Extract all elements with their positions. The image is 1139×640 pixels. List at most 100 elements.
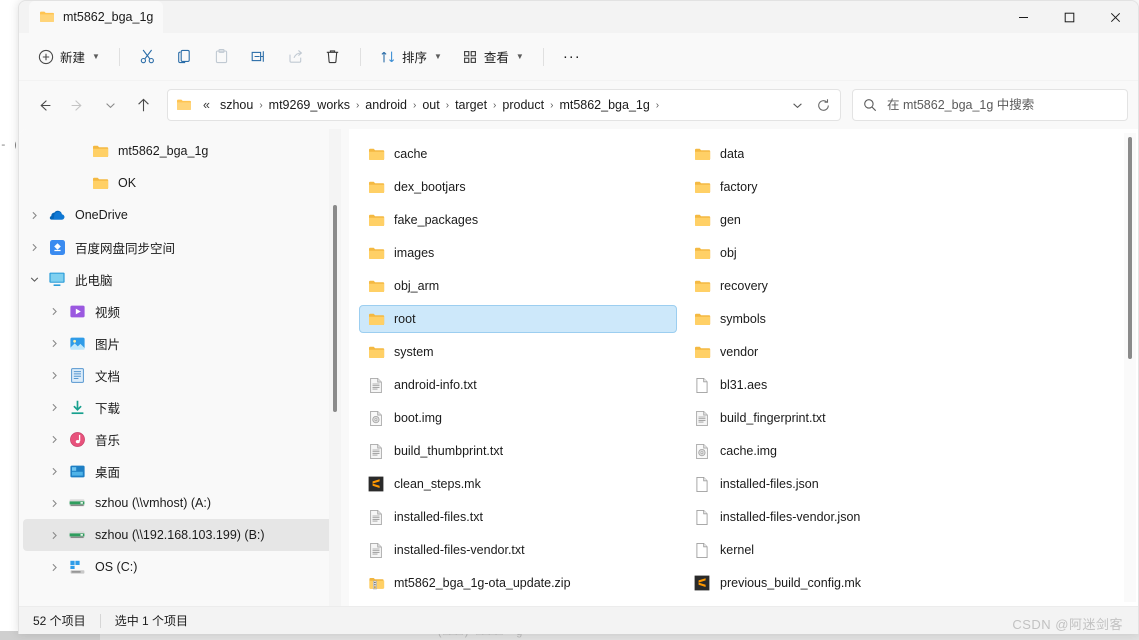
file-item[interactable]: build_thumbprint.txt xyxy=(359,437,677,465)
content-shell: mt5862_bga_1g OK OneDrive 百度网盘同步空间 此电脑 视… xyxy=(19,129,1138,606)
window-controls xyxy=(1000,1,1138,33)
file-item[interactable]: installed-files-vendor.json xyxy=(685,503,1003,531)
nav-item-10[interactable]: 桌面 xyxy=(23,455,341,487)
delete-button[interactable] xyxy=(315,41,350,73)
maximize-button[interactable] xyxy=(1046,1,1092,33)
share-button[interactable] xyxy=(278,41,313,73)
chevron-right-icon[interactable] xyxy=(43,530,65,541)
more-options-button[interactable]: ··· xyxy=(554,41,590,73)
nav-item-label: szhou (\\vmhost) (A:) xyxy=(95,496,211,510)
nav-item-0[interactable]: mt5862_bga_1g xyxy=(23,135,341,167)
chevron-down-icon[interactable] xyxy=(23,274,45,285)
copy-button[interactable] xyxy=(167,41,202,73)
file-item[interactable]: obj xyxy=(685,239,1003,267)
breadcrumb-dropdown-icon[interactable] xyxy=(784,92,810,118)
breadcrumb-item-mt9269_works[interactable]: mt9269_works xyxy=(264,95,355,115)
file-item[interactable]: installed-files.txt xyxy=(359,503,677,531)
nav-item-8[interactable]: 下载 xyxy=(23,391,341,423)
nav-item-12[interactable]: szhou (\\192.168.103.199) (B:) xyxy=(23,519,341,551)
music-icon xyxy=(65,431,89,448)
nav-item-6[interactable]: 图片 xyxy=(23,327,341,359)
navpane-scrollbar[interactable] xyxy=(329,129,341,606)
file-item[interactable]: previous_build_config.mk xyxy=(685,569,1003,597)
nav-item-11[interactable]: szhou (\\vmhost) (A:) xyxy=(23,487,341,519)
file-item[interactable]: build_fingerprint.txt xyxy=(685,404,1003,432)
folder-icon xyxy=(691,311,713,328)
file-item[interactable]: system xyxy=(359,338,677,366)
file-list-scrollbar-thumb[interactable] xyxy=(1128,137,1132,359)
breadcrumb-item-target[interactable]: target xyxy=(450,95,492,115)
chevron-right-icon[interactable] xyxy=(43,370,65,381)
chevron-right-icon[interactable] xyxy=(43,434,65,445)
nav-item-3[interactable]: 百度网盘同步空间 xyxy=(23,231,341,263)
rename-button[interactable] xyxy=(241,41,276,73)
breadcrumb-item-android[interactable]: android xyxy=(360,95,412,115)
breadcrumb[interactable]: « szhou › mt9269_works › android › out ›… xyxy=(167,89,841,121)
file-item[interactable]: vendor xyxy=(685,338,1003,366)
breadcrumb-item-product[interactable]: product xyxy=(497,95,549,115)
file-item[interactable]: factory xyxy=(685,173,1003,201)
nav-item-2[interactable]: OneDrive xyxy=(23,199,341,231)
file-item[interactable]: boot.img xyxy=(359,404,677,432)
file-item[interactable]: installed-files.json xyxy=(685,470,1003,498)
file-item[interactable]: recovery xyxy=(685,272,1003,300)
paste-button[interactable] xyxy=(204,41,239,73)
new-button[interactable]: 新建 ▼ xyxy=(29,41,109,73)
file-item[interactable]: cache.img xyxy=(685,437,1003,465)
explorer-tab[interactable]: mt5862_bga_1g xyxy=(29,1,164,33)
breadcrumb-item-szhou[interactable]: szhou xyxy=(215,95,258,115)
nav-item-1[interactable]: OK xyxy=(23,167,341,199)
sort-button[interactable]: 排序 ▼ xyxy=(371,41,451,73)
chevron-right-icon[interactable] xyxy=(43,562,65,573)
file-item[interactable]: obj_arm xyxy=(359,272,677,300)
nav-item-5[interactable]: 视频 xyxy=(23,295,341,327)
back-button[interactable] xyxy=(29,90,59,120)
breadcrumb-item-out[interactable]: out xyxy=(417,95,444,115)
chevron-right-icon[interactable] xyxy=(43,466,65,477)
chevron-right-icon[interactable] xyxy=(23,210,45,221)
file-item[interactable]: android-info.txt xyxy=(359,371,677,399)
file-item[interactable]: clean_steps.mk xyxy=(359,470,677,498)
file-item[interactable]: cache xyxy=(359,140,677,168)
sort-icon xyxy=(380,49,396,65)
file-item[interactable]: bl31.aes xyxy=(685,371,1003,399)
chevron-right-icon[interactable] xyxy=(43,402,65,413)
breadcrumb-item-mt5862_bga_1g[interactable]: mt5862_bga_1g xyxy=(554,95,654,115)
file-item[interactable]: installed-files-vendor.txt xyxy=(359,536,677,564)
file-name-label: installed-files-vendor.json xyxy=(720,510,861,524)
file-list-scrollbar[interactable] xyxy=(1124,133,1136,602)
new-button-label: 新建 xyxy=(60,51,86,65)
chevron-right-icon[interactable] xyxy=(43,306,65,317)
forward-button[interactable] xyxy=(62,90,92,120)
file-item[interactable]: mt5862_bga_1g-ota_update.zip xyxy=(359,569,677,597)
up-button[interactable] xyxy=(128,90,158,120)
view-button[interactable]: 查看 ▼ xyxy=(453,41,533,73)
breadcrumb-overflow[interactable]: « xyxy=(198,95,215,115)
folder-icon xyxy=(691,245,713,262)
file-item[interactable]: symbols xyxy=(685,305,1003,333)
file-item[interactable]: root xyxy=(359,305,677,333)
close-button[interactable] xyxy=(1092,1,1138,33)
nav-item-7[interactable]: 文档 xyxy=(23,359,341,391)
refresh-button[interactable] xyxy=(810,92,836,118)
chevron-right-icon[interactable] xyxy=(43,338,65,349)
folder-icon xyxy=(691,344,713,361)
search-box[interactable] xyxy=(852,89,1128,121)
nav-item-13[interactable]: OS (C:) xyxy=(23,551,341,583)
chevron-right-icon[interactable] xyxy=(43,498,65,509)
file-item[interactable]: images xyxy=(359,239,677,267)
cut-button[interactable] xyxy=(130,41,165,73)
nav-item-label: mt5862_bga_1g xyxy=(118,144,209,158)
file-item[interactable]: data xyxy=(685,140,1003,168)
navpane-scrollbar-thumb[interactable] xyxy=(333,205,337,412)
minimize-button[interactable] xyxy=(1000,1,1046,33)
chevron-right-icon[interactable] xyxy=(23,242,45,253)
search-input[interactable] xyxy=(885,97,1117,113)
file-item[interactable]: dex_bootjars xyxy=(359,173,677,201)
file-item[interactable]: kernel xyxy=(685,536,1003,564)
nav-item-4[interactable]: 此电脑 xyxy=(23,263,341,295)
file-item[interactable]: fake_packages xyxy=(359,206,677,234)
recent-locations-button[interactable] xyxy=(95,90,125,120)
nav-item-9[interactable]: 音乐 xyxy=(23,423,341,455)
file-item[interactable]: gen xyxy=(685,206,1003,234)
